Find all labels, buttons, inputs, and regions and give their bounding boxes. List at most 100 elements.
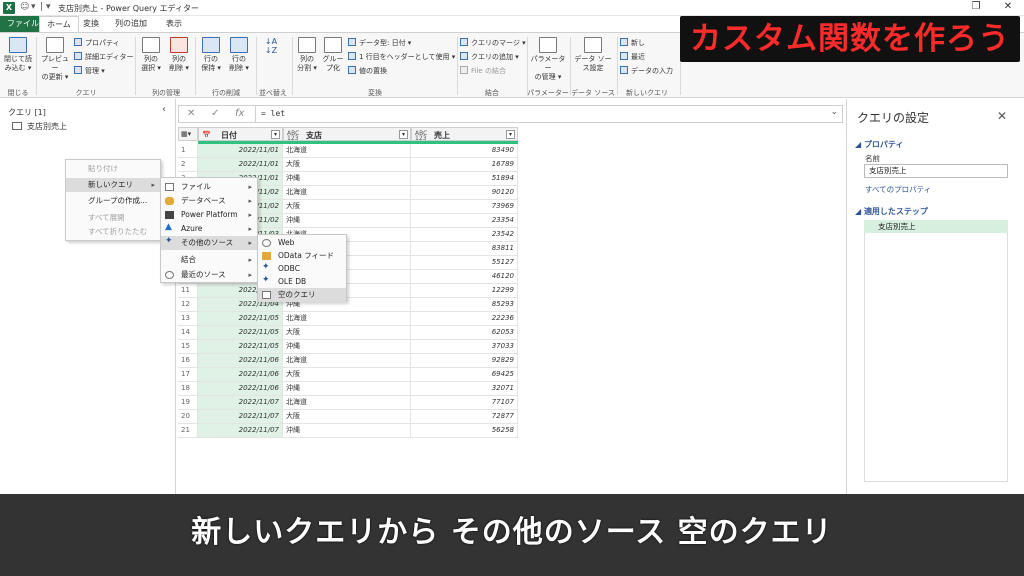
new-source-button[interactable]: 新し: [620, 38, 645, 48]
formula-input[interactable]: = let: [261, 109, 285, 118]
menu-item-database[interactable]: データベース ▸: [161, 194, 257, 208]
table-menu-button[interactable]: ▦▾: [178, 127, 198, 141]
date-cell[interactable]: 2022/11/05: [198, 312, 283, 326]
date-cell[interactable]: 2022/11/07: [198, 410, 283, 424]
advanced-editor-button[interactable]: 詳細エディター: [74, 52, 134, 62]
store-cell[interactable]: 北海道: [283, 354, 411, 368]
store-cell[interactable]: 大阪: [283, 158, 411, 172]
table-row[interactable]: 12 2022/11/04 沖縄 85293: [178, 298, 518, 312]
store-cell[interactable]: 大阪: [283, 368, 411, 382]
store-cell[interactable]: 沖縄: [283, 214, 411, 228]
column-header-store[interactable]: ABC 123 支店 ▾: [283, 127, 411, 142]
sales-cell[interactable]: 32071: [411, 382, 518, 396]
table-row[interactable]: 14 2022/11/05 大阪 62053: [178, 326, 518, 340]
close-window-button[interactable]: ✕: [998, 1, 1018, 12]
smiley-icon[interactable]: ☺: [20, 2, 29, 12]
applied-steps-section[interactable]: ◢ 適用したステップ: [855, 206, 928, 217]
table-row[interactable]: 20 2022/11/07 大阪 72877: [178, 410, 518, 424]
first-row-header-button[interactable]: 1 行目をヘッダーとして使用 ▾: [348, 52, 455, 62]
store-cell[interactable]: 大阪: [283, 326, 411, 340]
sales-cell[interactable]: 85293: [411, 298, 518, 312]
query-item[interactable]: 支店別売上: [12, 121, 67, 132]
sales-cell[interactable]: 22236: [411, 312, 518, 326]
menu-item-combine[interactable]: 結合 ▸: [161, 253, 257, 267]
enter-data-button[interactable]: データの入力: [620, 66, 673, 76]
store-cell[interactable]: 沖縄: [283, 424, 411, 438]
menu-item-azure[interactable]: ▲ Azure ▸: [161, 222, 257, 236]
date-cell[interactable]: 2022/11/06: [198, 354, 283, 368]
date-cell[interactable]: 2022/11/05: [198, 340, 283, 354]
sales-cell[interactable]: 51894: [411, 172, 518, 186]
column-header-sales[interactable]: ABC 123 売上 ▾: [411, 127, 518, 142]
commit-formula-icon[interactable]: ✓: [211, 108, 219, 119]
tab-transform[interactable]: 変換: [76, 16, 106, 32]
properties-button[interactable]: プロパティ: [74, 38, 120, 48]
table-row[interactable]: 15 2022/11/05 沖縄 37033: [178, 340, 518, 354]
sales-cell[interactable]: 83811: [411, 242, 518, 256]
customize-quick-access[interactable]: ▾: [46, 2, 51, 12]
data-type-dropdown[interactable]: データ型: 日付 ▾: [348, 38, 411, 48]
filter-dropdown-icon[interactable]: ▾: [399, 130, 408, 139]
date-cell[interactable]: 2022/11/07: [198, 396, 283, 410]
expand-formula-icon[interactable]: ⌄: [830, 107, 838, 117]
table-row[interactable]: 13 2022/11/05 北海道 22236: [178, 312, 518, 326]
sales-cell[interactable]: 72877: [411, 410, 518, 424]
properties-section[interactable]: ◢ プロパティ: [855, 139, 903, 150]
sales-cell[interactable]: 73969: [411, 200, 518, 214]
tab-home[interactable]: ホーム: [39, 16, 79, 32]
menu-item-other-sources[interactable]: ✦ その他のソース ▸: [161, 236, 257, 250]
group-by-button[interactable]: グルー プ化: [321, 37, 345, 73]
sales-cell[interactable]: 12299: [411, 284, 518, 298]
table-row[interactable]: 17 2022/11/06 大阪 69425: [178, 368, 518, 382]
sales-cell[interactable]: 46120: [411, 270, 518, 284]
store-cell[interactable]: 北海道: [283, 312, 411, 326]
close-settings-icon[interactable]: ✕: [997, 109, 1007, 123]
all-properties-link[interactable]: すべてのプロパティ: [865, 184, 931, 195]
collapse-pane-icon[interactable]: ‹: [162, 104, 166, 115]
keep-rows-button[interactable]: 行の 保持 ▾: [198, 37, 224, 73]
preview-refresh-button[interactable]: プレビュー の更新 ▾: [38, 37, 72, 82]
store-cell[interactable]: 大阪: [283, 410, 411, 424]
sales-cell[interactable]: 56258: [411, 424, 518, 438]
restore-button[interactable]: ❐: [966, 1, 986, 12]
filter-dropdown-icon[interactable]: ▾: [271, 130, 280, 139]
replace-values-button[interactable]: 値の置換: [348, 66, 387, 76]
menu-item-blank-query[interactable]: 空のクエリ: [258, 288, 346, 302]
menu-item-odbc[interactable]: ✦ ODBC: [258, 262, 346, 276]
sales-cell[interactable]: 55127: [411, 256, 518, 270]
date-cell[interactable]: 2022/11/06: [198, 368, 283, 382]
sales-cell[interactable]: 69425: [411, 368, 518, 382]
sales-cell[interactable]: 23354: [411, 214, 518, 228]
date-cell[interactable]: 2022/11/01: [198, 158, 283, 172]
filter-dropdown-icon[interactable]: ▾: [506, 130, 515, 139]
date-cell[interactable]: 2022/11/05: [198, 326, 283, 340]
close-load-button[interactable]: 閉じて読 み込む ▾: [3, 37, 33, 73]
manage-parameters-button[interactable]: パラメーター の管理 ▾: [529, 37, 567, 82]
sales-cell[interactable]: 83490: [411, 144, 518, 158]
menu-item-web[interactable]: Web: [258, 236, 346, 250]
tab-add-column[interactable]: 列の追加: [108, 16, 154, 32]
table-row[interactable]: 19 2022/11/07 北海道 77107: [178, 396, 518, 410]
column-header-date[interactable]: 📅 日付 ▾: [198, 127, 283, 141]
manage-button[interactable]: 管理 ▾: [74, 66, 105, 76]
sales-cell[interactable]: 90120: [411, 186, 518, 200]
sales-cell[interactable]: 23542: [411, 228, 518, 242]
store-cell[interactable]: 大阪: [283, 200, 411, 214]
store-cell[interactable]: 北海道: [283, 186, 411, 200]
append-queries-button[interactable]: クエリの追加 ▾: [460, 52, 519, 62]
store-cell[interactable]: 沖縄: [283, 340, 411, 354]
sales-cell[interactable]: 92829: [411, 354, 518, 368]
sales-cell[interactable]: 62053: [411, 326, 518, 340]
menu-item-create-group[interactable]: グループの作成...: [66, 194, 160, 208]
remove-columns-button[interactable]: 列の 削除 ▾: [166, 37, 192, 73]
menu-item-power-platform[interactable]: Power Platform ▸: [161, 208, 257, 222]
combine-files-button[interactable]: File の結合: [460, 66, 506, 76]
menu-item-ole-db[interactable]: ✦ OLE DB: [258, 275, 346, 289]
sales-cell[interactable]: 37033: [411, 340, 518, 354]
table-row[interactable]: 2 2022/11/01 大阪 16789: [178, 158, 518, 172]
table-row[interactable]: 18 2022/11/06 沖縄 32071: [178, 382, 518, 396]
store-cell[interactable]: 沖縄: [283, 382, 411, 396]
store-cell[interactable]: 沖縄: [283, 172, 411, 186]
table-row[interactable]: 1 2022/11/01 北海道 83490: [178, 144, 518, 158]
quick-access-dropdown[interactable]: ▾: [31, 2, 36, 12]
